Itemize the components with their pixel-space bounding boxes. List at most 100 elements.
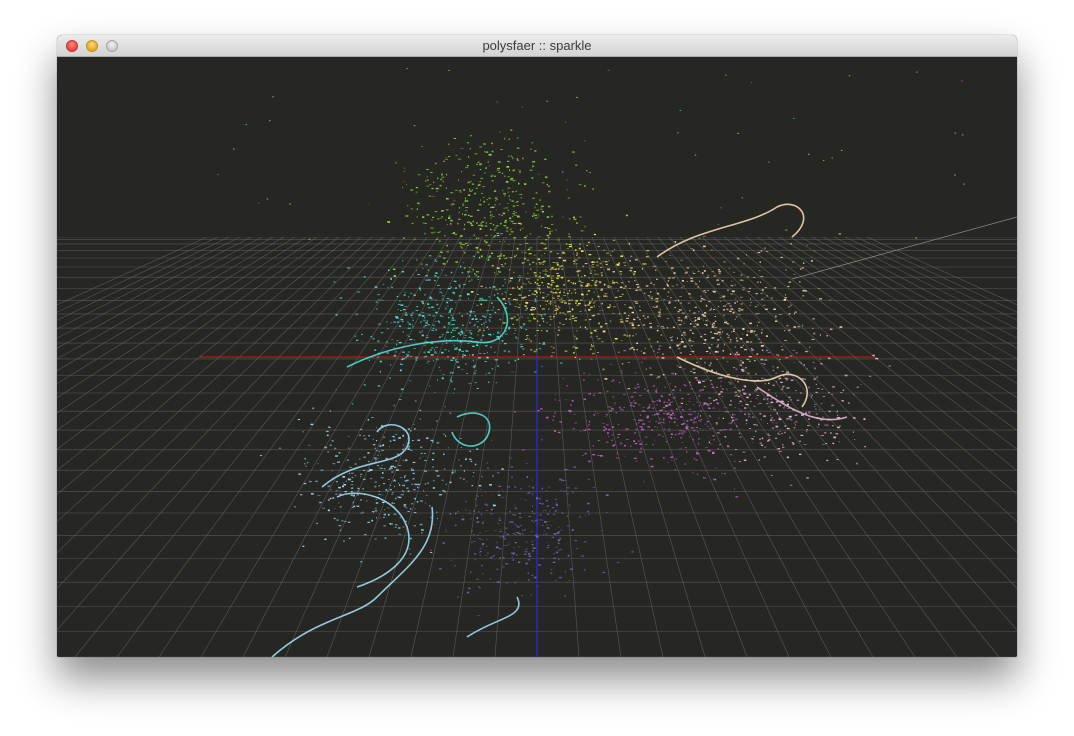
particle	[785, 229, 788, 231]
particle	[788, 396, 790, 398]
particle	[416, 306, 419, 308]
particle	[470, 332, 473, 335]
particle	[541, 487, 543, 490]
particle	[429, 349, 432, 351]
particle	[559, 576, 562, 579]
particle	[431, 458, 434, 461]
particle	[272, 96, 274, 98]
particle	[530, 148, 532, 150]
particle	[379, 370, 381, 373]
particle	[645, 443, 647, 445]
particle	[605, 263, 608, 265]
title-bar[interactable]: polysfaer :: sparkle	[57, 35, 1017, 57]
particle	[412, 478, 415, 480]
particle	[377, 299, 381, 301]
particle	[488, 319, 490, 321]
particle	[464, 200, 466, 202]
particle	[407, 327, 411, 329]
particle	[395, 317, 399, 319]
particle	[394, 351, 397, 353]
particle	[352, 501, 354, 504]
particle	[667, 412, 670, 414]
particle	[697, 380, 701, 382]
particle	[503, 538, 507, 540]
particle	[767, 352, 771, 353]
particle	[662, 435, 664, 438]
particle	[623, 334, 627, 336]
particle	[428, 255, 432, 257]
particle	[556, 551, 559, 554]
particle	[423, 356, 425, 358]
particle	[512, 533, 515, 535]
particle	[705, 351, 709, 353]
particle	[498, 485, 501, 487]
particle	[417, 439, 421, 441]
particle	[368, 359, 370, 361]
particle	[458, 459, 460, 461]
particle	[506, 533, 510, 536]
particle	[518, 294, 522, 296]
particle	[682, 409, 684, 411]
particle	[356, 339, 359, 341]
particle	[828, 392, 830, 394]
particle	[536, 295, 538, 298]
particle	[545, 330, 548, 332]
particle	[553, 315, 556, 318]
particle	[470, 271, 473, 273]
particle	[596, 329, 598, 331]
particle	[679, 389, 682, 392]
render-viewport[interactable]	[57, 57, 1017, 657]
particle	[695, 283, 698, 285]
particle	[669, 346, 671, 349]
particle	[561, 171, 564, 173]
particle	[494, 197, 498, 199]
particle	[709, 402, 712, 404]
particle	[505, 207, 508, 209]
particle	[692, 341, 694, 342]
particle	[507, 203, 509, 204]
particle	[503, 175, 506, 177]
particle	[402, 444, 404, 446]
particle	[513, 271, 515, 273]
particle	[435, 311, 438, 314]
particle	[432, 441, 434, 443]
particle	[451, 337, 453, 339]
particle	[557, 298, 559, 299]
particle	[529, 263, 531, 266]
particle	[508, 244, 510, 245]
particle	[493, 229, 496, 231]
particle	[746, 423, 747, 425]
particle	[480, 225, 484, 227]
particle	[591, 265, 593, 267]
particle	[633, 348, 635, 351]
particle	[685, 271, 688, 273]
particle	[532, 547, 536, 549]
particle	[482, 315, 485, 317]
particle	[678, 344, 681, 346]
particle	[655, 377, 658, 379]
particle	[504, 333, 508, 335]
particle	[425, 502, 427, 504]
particle	[722, 295, 726, 298]
particle	[657, 422, 660, 424]
particle	[677, 311, 680, 313]
particle	[516, 215, 520, 217]
particle	[441, 479, 444, 481]
particle	[515, 508, 517, 510]
particle	[383, 483, 386, 485]
particle	[485, 151, 489, 153]
particle	[471, 224, 474, 226]
particle	[554, 310, 558, 312]
particle	[335, 388, 337, 390]
particle	[661, 421, 664, 423]
particle	[632, 327, 636, 329]
particle	[783, 330, 786, 332]
particle	[438, 336, 441, 339]
particle	[528, 278, 530, 280]
particle	[563, 295, 566, 296]
particle	[612, 240, 615, 241]
particle	[507, 176, 510, 178]
particle	[848, 75, 851, 77]
particle	[514, 534, 517, 536]
particle	[713, 438, 715, 441]
